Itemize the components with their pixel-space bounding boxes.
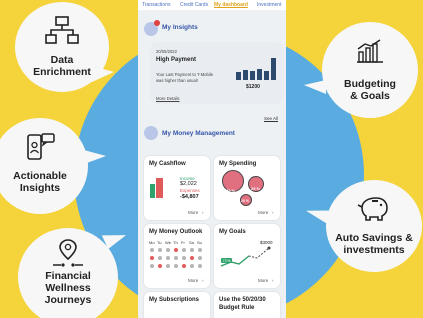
piggy-bank-icon (357, 197, 388, 221)
bubble-budgeting-goals: Budgeting & Goals (322, 22, 418, 118)
bubble-label-line1: Data (50, 54, 74, 66)
budget-rule-card[interactable]: Use the 50/20/30 Budget Rule (214, 292, 280, 318)
weekday: Tu (157, 240, 162, 245)
bubble-actionable-insights: Actionable Insights (0, 118, 88, 214)
outlook-title: My Money Outlook (149, 229, 203, 235)
expenses-label: Expenses (180, 188, 200, 193)
insight-body-line2: was higher than usual! (156, 77, 198, 83)
goal-progress-line (220, 246, 271, 267)
budget-rule-line1: Use the 50/20/30 (219, 297, 266, 303)
phone-chat-icon (27, 133, 55, 160)
more-link[interactable]: More (258, 278, 268, 283)
see-all-link[interactable]: See All (264, 116, 278, 121)
weekday: Su (197, 240, 202, 245)
spending-title: My Spending (219, 161, 257, 167)
subscriptions-card[interactable]: My Subscriptions (144, 292, 210, 318)
bubble-financial-wellness: Financial Wellness Journeys (18, 228, 118, 318)
weekday: Th (173, 240, 178, 245)
bubble-tail (84, 150, 106, 164)
bubble-tail (304, 80, 326, 94)
insights-title: My Insights (162, 24, 198, 31)
spending-pct3: 20 % (241, 199, 249, 203)
bubble-label-line3: Journeys (44, 294, 92, 306)
chevron-right-icon[interactable]: › (202, 210, 204, 215)
bubble-label-line1: Financial (45, 270, 91, 282)
bubble-label-line1: Actionable (13, 170, 67, 182)
tab-investment[interactable]: Investment (257, 2, 281, 8)
goals-card[interactable]: My Goals $3000 71% More › (214, 224, 280, 288)
bubble-label-line1: Budgeting (344, 78, 396, 90)
tab-credit-cards[interactable]: Credit Cards (180, 2, 208, 8)
bubble-label-line2: Wellness (45, 282, 91, 294)
more-link[interactable]: More (188, 210, 198, 215)
subscriptions-title: My Subscriptions (149, 297, 200, 303)
bubble-tail (92, 66, 114, 82)
bubble-label-line2: Insights (19, 182, 61, 194)
cashflow-title: My Cashflow (149, 161, 186, 167)
chevron-right-icon[interactable]: › (272, 210, 274, 215)
bubble-label-line2: investments (343, 244, 405, 256)
tab-my-dashboard[interactable]: My dashboard (214, 2, 248, 8)
weekday: Sa (189, 240, 194, 245)
calendar-grid (150, 248, 202, 268)
budget-rule-line2: Budget Rule (219, 305, 255, 311)
tab-transactions[interactable]: Transactions (142, 2, 170, 8)
money-management-title: My Money Management (162, 130, 235, 137)
goals-title: My Goals (219, 229, 246, 235)
expenses-value: -$4,807 (180, 194, 199, 200)
spending-card[interactable]: My Spending 35 % 25 % 20 % More › (214, 156, 280, 220)
chevron-right-icon[interactable]: › (202, 278, 204, 283)
route-pin-icon (53, 239, 83, 267)
more-link[interactable]: More (188, 278, 198, 283)
bubble-label-line2: & Goals (350, 90, 390, 102)
money-management-icon (144, 126, 158, 140)
data-network-icon (45, 16, 79, 44)
top-tabs: Transactions Credit Cards My dashboard I… (138, 0, 286, 10)
money-outlook-card[interactable]: My Money Outlook Mo Tu We Th Fr Sa Su Mo… (144, 224, 210, 288)
insight-heading: High Payment (156, 57, 197, 63)
chevron-right-icon[interactable]: › (272, 278, 274, 283)
more-details-link[interactable]: More Details (156, 96, 180, 102)
income-bar (150, 184, 155, 198)
more-link[interactable]: More (258, 210, 268, 215)
insight-body: Your Last Payment to T-Mobile was higher… (156, 72, 213, 83)
weekday: Fr (181, 240, 185, 245)
income-value: $2,022 (180, 181, 197, 187)
spending-pct2: 25 % (251, 186, 261, 191)
notification-badge (154, 20, 160, 26)
bar-chart-icon (357, 39, 383, 63)
bubble-label-line1: Auto Savings & (335, 232, 413, 244)
expenses-bar (156, 178, 163, 198)
bubble-auto-savings: Auto Savings & investments (326, 180, 422, 272)
insight-body-line1: Your Last Payment to T-Mobile (156, 72, 214, 77)
phone-screen: Transactions Credit Cards My dashboard I… (138, 0, 286, 318)
weekday: Mo (149, 240, 155, 245)
spending-pct1: 35 % (226, 188, 236, 193)
insight-card[interactable]: 20/05/2022 High Payment Your Last Paymen… (150, 42, 284, 104)
payment-bar-chart (236, 58, 276, 80)
goal-progress-badge: 71% (221, 258, 233, 263)
insight-amount: $1200 (246, 84, 260, 90)
cashflow-card[interactable]: My Cashflow Income $2,022 Expenses -$4,8… (144, 156, 210, 220)
weekday: We (165, 240, 171, 245)
insight-date: 20/05/2022 (156, 49, 177, 54)
